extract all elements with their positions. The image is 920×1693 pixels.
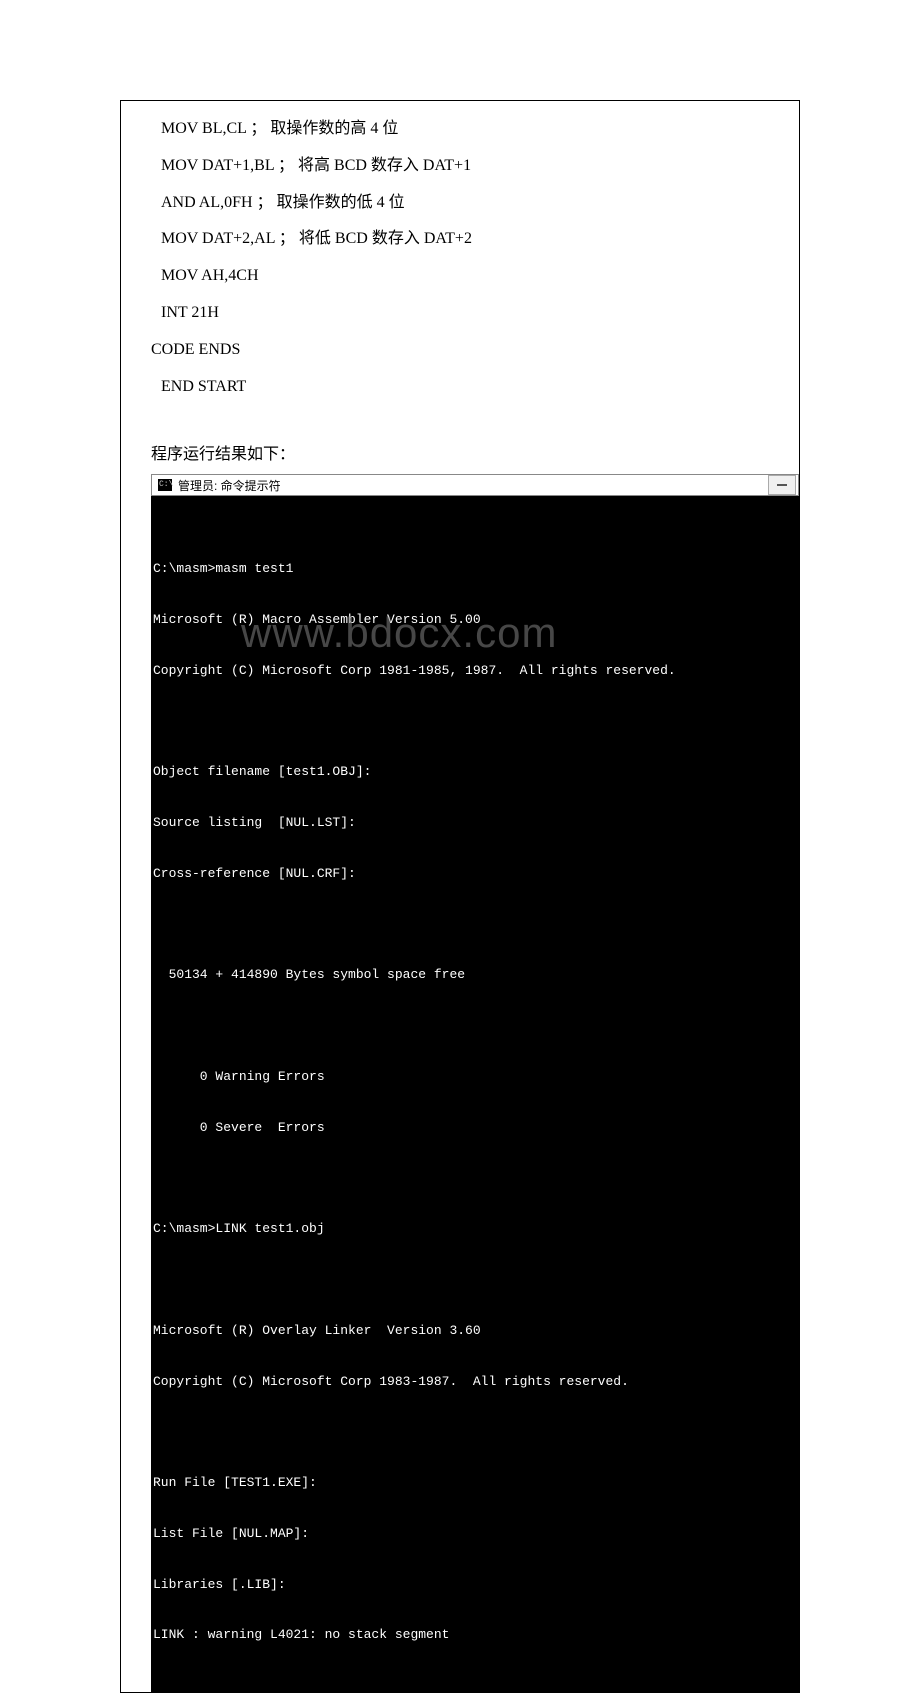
code-line: MOV DAT+2,AL ； 将低 BCD 数存入 DAT+2 <box>151 221 769 258</box>
terminal-line: 50134 + 414890 Bytes symbol space free <box>153 967 797 984</box>
terminal-title: 管理员: 命令提示符 <box>178 477 281 494</box>
code-line: END START <box>151 369 769 406</box>
code-line: INT 21H <box>151 295 769 332</box>
document-page: MOV BL,CL ； 取操作数的高 4 位 MOV DAT+1,BL ； 将高… <box>120 100 800 1693</box>
code-line: MOV BL,CL ； 取操作数的高 4 位 <box>151 111 769 148</box>
terminal-line: Microsoft (R) Macro Assembler Version 5.… <box>153 612 797 629</box>
assembly-code-block: MOV BL,CL ； 取操作数的高 4 位 MOV DAT+1,BL ； 将高… <box>121 111 799 405</box>
code-line: AND AL,0FH ； 取操作数的低 4 位 <box>151 185 769 222</box>
terminal-line <box>153 1170 797 1187</box>
terminal-titlebar: C:\ 管理员: 命令提示符 <box>151 474 799 496</box>
terminal-line <box>153 1272 797 1289</box>
terminal-line <box>153 917 797 934</box>
terminal-line: Copyright (C) Microsoft Corp 1983-1987. … <box>153 1374 797 1391</box>
code-line: CODE ENDS <box>151 332 769 369</box>
terminal-line: Cross-reference [NUL.CRF]: <box>153 866 797 883</box>
terminal-line <box>153 1424 797 1441</box>
terminal-output: www.bdocx.com C:\masm>masm test1 Microso… <box>151 496 799 1692</box>
result-heading: 程序运行结果如下： <box>121 440 799 464</box>
terminal-line: Source listing [NUL.LST]: <box>153 815 797 832</box>
minimize-icon <box>777 484 787 486</box>
terminal-line <box>153 713 797 730</box>
terminal-line: List File [NUL.MAP]: <box>153 1526 797 1543</box>
terminal-line: Libraries [.LIB]: <box>153 1577 797 1594</box>
terminal-line: Copyright (C) Microsoft Corp 1981-1985, … <box>153 663 797 680</box>
terminal-line <box>153 1018 797 1035</box>
terminal-line: 0 Warning Errors <box>153 1069 797 1086</box>
terminal-window: C:\ 管理员: 命令提示符 www.bdocx.com C:\masm>mas… <box>151 474 799 1692</box>
terminal-line: C:\masm>LINK test1.obj <box>153 1221 797 1238</box>
terminal-line: Microsoft (R) Overlay Linker Version 3.6… <box>153 1323 797 1340</box>
code-line: MOV AH,4CH <box>151 258 769 295</box>
terminal-line: C:\masm>masm test1 <box>153 561 797 578</box>
terminal-line: Object filename [test1.OBJ]: <box>153 764 797 781</box>
code-line: MOV DAT+1,BL ； 将高 BCD 数存入 DAT+1 <box>151 148 769 185</box>
terminal-line: LINK : warning L4021: no stack segment <box>153 1627 797 1644</box>
minimize-button[interactable] <box>768 475 796 495</box>
terminal-icon: C:\ <box>158 479 172 491</box>
terminal-line: Run File [TEST1.EXE]: <box>153 1475 797 1492</box>
terminal-line: 0 Severe Errors <box>153 1120 797 1137</box>
